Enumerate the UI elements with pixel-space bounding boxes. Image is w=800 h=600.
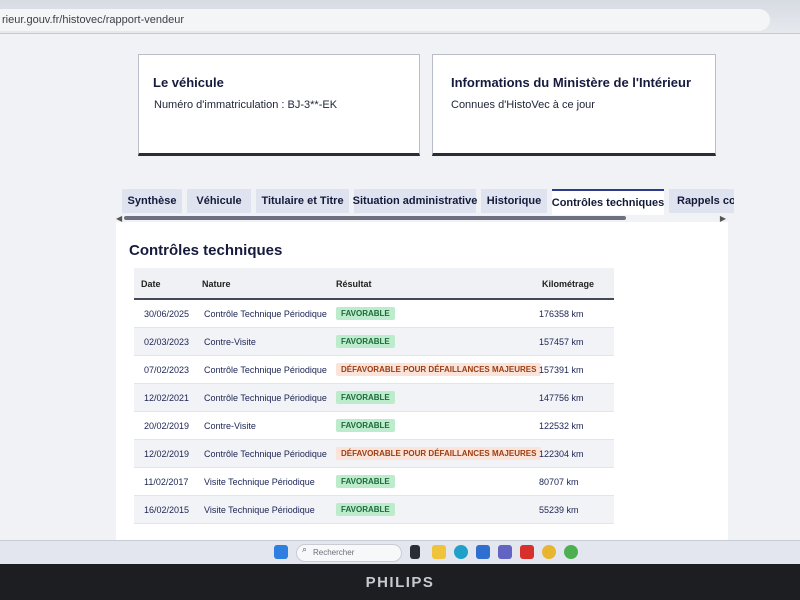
address-bar[interactable]: rieur.gouv.fr/histovec/rapport-vendeur [0, 9, 770, 31]
chrome-profile-icon[interactable] [564, 545, 578, 559]
table-row: 02/03/2023 Contre-Visite FAVORABLE 157457 k… [134, 328, 614, 356]
ministry-card: Informations du Ministère de l'Intérieur… [432, 54, 716, 156]
ministry-card-subtitle: Connues d'HistoVec à ce jour [451, 99, 595, 111]
result-badge: FAVORABLE [336, 475, 395, 488]
row-date: 16/02/2015 [144, 505, 190, 515]
table-row: 07/02/2023 Contrôle Technique Périodique D… [134, 356, 614, 384]
search-icon: ⌕ [302, 545, 308, 555]
table-row: 12/02/2019 Contrôle Technique Périodique D… [134, 440, 614, 468]
edge-icon[interactable] [454, 545, 468, 559]
result-badge: FAVORABLE [336, 307, 395, 320]
row-date: 20/02/2019 [144, 421, 190, 431]
tabs-scrollbar[interactable]: ◀ ▶ [116, 214, 728, 223]
header-nature: Nature [202, 279, 231, 289]
table-row: 20/02/2019 Contre-Visite FAVORABLE 122532 k… [134, 412, 614, 440]
row-mileage: 157457 km [539, 337, 584, 347]
tab-synthese[interactable]: Synthèse [122, 189, 182, 213]
tab-rappels-constructeur[interactable]: Rappels constructeur [669, 189, 734, 213]
store-icon[interactable] [476, 545, 490, 559]
header-mileage: Kilométrage [542, 279, 595, 289]
scrollbar-thumb[interactable] [124, 216, 626, 220]
vehicle-card-title: Le véhicule [153, 75, 224, 90]
table-row: 11/02/2017 Visite Technique Périodique FAV… [134, 468, 614, 496]
taskbar-search[interactable]: ⌕ Rechercher [296, 544, 402, 562]
row-date: 12/02/2019 [144, 449, 190, 459]
result-badge: FAVORABLE [336, 419, 395, 432]
row-mileage: 80707 km [539, 477, 579, 487]
row-mileage: 55239 km [539, 505, 579, 515]
tab-situation-administrative[interactable]: Situation administrative [353, 189, 477, 213]
row-mileage: 122532 km [539, 421, 584, 431]
row-date: 30/06/2025 [144, 309, 190, 319]
row-date: 11/02/2017 [144, 477, 189, 487]
monitor-bezel: PHILIPS [0, 564, 800, 600]
page-content: Le véhicule Numéro d'immatriculation : B… [0, 34, 800, 546]
ministry-card-title: Informations du Ministère de l'Intérieur [451, 75, 692, 90]
row-nature: Visite Technique Périodique [204, 477, 315, 487]
controles-techniques-panel: Contrôles techniques Date Nature Résulta… [116, 222, 728, 546]
row-nature: Contre-Visite [204, 421, 256, 431]
tab-historique[interactable]: Historique [481, 189, 547, 213]
tab-vehicule[interactable]: Véhicule [187, 189, 251, 213]
monitor-brand-logo: PHILIPS [365, 574, 435, 591]
row-date: 12/02/2021 [144, 393, 190, 403]
browser-toolbar: rieur.gouv.fr/histovec/rapport-vendeur [0, 0, 800, 34]
row-mileage: 176358 km [539, 309, 584, 319]
taskbar-search-placeholder: Rechercher [313, 548, 355, 557]
table-row: 12/02/2021 Contrôle Technique Périodique F… [134, 384, 614, 412]
row-mileage: 147756 km [539, 393, 584, 403]
row-nature: Contrôle Technique Périodique [204, 449, 327, 459]
row-mileage: 122304 km [539, 449, 584, 459]
taskbar: ⌕ Rechercher [0, 540, 800, 564]
teams-icon[interactable] [498, 545, 512, 559]
row-date: 02/03/2023 [144, 337, 190, 347]
result-badge: DÉFAVORABLE POUR DÉFAILLANCES MAJEURES [336, 447, 542, 460]
row-mileage: 157391 km [539, 365, 584, 375]
registration-number: Numéro d'immatriculation : BJ-3**-EK [154, 99, 338, 111]
table-row: 30/06/2025 Contrôle Technique Périodique F… [134, 300, 614, 328]
header-date: Date [141, 279, 161, 289]
row-nature: Contre-Visite [204, 337, 256, 347]
header-result: Résultat [336, 279, 372, 289]
result-badge: DÉFAVORABLE POUR DÉFAILLANCES MAJEURES [336, 363, 542, 376]
file-explorer-icon[interactable] [432, 545, 446, 559]
inspections-table: Date Nature Résultat Kilométrage 30/06/2… [134, 268, 614, 524]
row-date: 07/02/2023 [144, 365, 190, 375]
tab-titulaire[interactable]: Titulaire et Titre [256, 189, 349, 213]
task-view-icon[interactable] [410, 545, 420, 559]
windows-start-icon[interactable] [274, 545, 288, 559]
table-body: 30/06/2025 Contrôle Technique Périodique F… [134, 300, 614, 524]
app-l-icon[interactable] [520, 545, 534, 559]
report-tabs: Synthèse Véhicule Titulaire et Titre Sit… [122, 189, 734, 215]
tab-controles-techniques[interactable]: Contrôles techniques [552, 189, 664, 215]
table-header: Date Nature Résultat Kilométrage [134, 268, 614, 300]
result-badge: FAVORABLE [336, 335, 395, 348]
row-nature: Visite Technique Périodique [204, 505, 315, 515]
table-row: 16/02/2015 Visite Technique Périodique FAV… [134, 496, 614, 524]
result-badge: FAVORABLE [336, 503, 395, 516]
row-nature: Contrôle Technique Périodique [204, 393, 327, 403]
chrome-icon[interactable] [542, 545, 556, 559]
section-title: Contrôles techniques [129, 242, 283, 259]
row-nature: Contrôle Technique Périodique [204, 365, 327, 375]
result-badge: FAVORABLE [336, 391, 395, 404]
vehicle-card: Le véhicule Numéro d'immatriculation : B… [138, 54, 420, 156]
row-nature: Contrôle Technique Périodique [204, 309, 327, 319]
